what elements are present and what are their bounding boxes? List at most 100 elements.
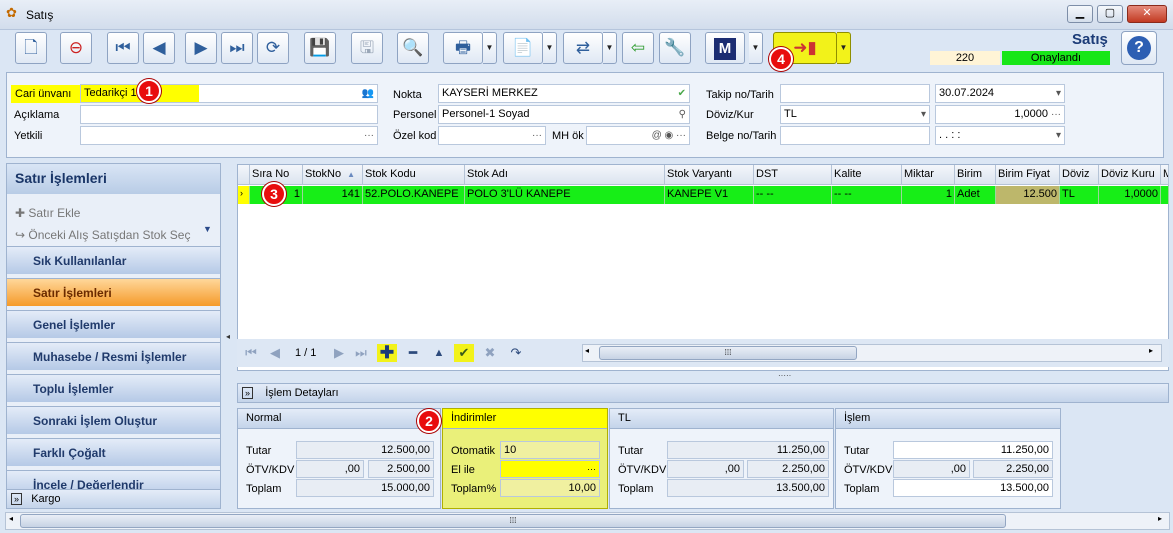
save-close-button[interactable]: 🖫 [351,32,383,64]
splitter-grip-icon[interactable]: ····· [778,371,791,380]
nav-muhasebe[interactable]: Muhasebe / Resmi İşlemler [7,342,220,370]
scroll-right-icon[interactable]: ▸ [1149,346,1153,355]
table-cell[interactable]: 12.500 [996,186,1060,204]
nav-satir-islemleri[interactable]: Satır İşlemleri [7,278,220,306]
last-record-button[interactable]: ⏭ [221,32,253,64]
nav-sonraki-islem[interactable]: Sonraki İşlem Oluştur [7,406,220,434]
col-header[interactable]: Birim [955,165,996,185]
ellipsis-icon[interactable]: ··· [364,127,374,144]
check-icon[interactable]: ✔ [678,85,686,102]
save-button[interactable]: 💾 [304,32,336,64]
col-header[interactable]: Döviz Kuru [1099,165,1161,185]
col-header[interactable]: Stok Kodu [363,165,465,185]
scroll-left-icon[interactable]: ◂ [9,514,13,523]
col-header[interactable]: Stok Adı [465,165,665,185]
scroll-thumb[interactable]: ⁞⁞⁞ [599,346,857,360]
previous-stock-action[interactable]: ↪ Önceki Alış Satışdan Stok Seç [15,228,190,242]
nav-farkli-cogalt[interactable]: Farklı Çoğalt [7,438,220,466]
print-dropdown[interactable]: ▼ [483,32,497,64]
export-dropdown[interactable]: ▼ [603,32,617,64]
remove-row-icon[interactable]: ━ [403,344,423,362]
details-bar[interactable]: » İşlem Detayları [237,383,1169,403]
people-icon[interactable]: 👥 [362,85,374,102]
nav-genel-islemler[interactable]: Genel İşlemler [7,310,220,338]
last-page-icon[interactable]: ⏭ [351,344,371,362]
kur-field[interactable]: 1,0000 ··· [935,105,1065,124]
chevron-down-icon[interactable]: ▾ [1056,127,1061,144]
redo-icon[interactable]: ↷ [506,344,526,362]
col-header[interactable]: Birim Fiyat [996,165,1060,185]
scroll-thumb[interactable]: ⁞⁞⁞ [20,514,1006,528]
refresh-button[interactable]: ⟳ [257,32,289,64]
table-cell[interactable]: -- -- [832,186,902,204]
mhok-field[interactable]: @ ◉ ··· [586,126,690,145]
nav-sik-kullanilanlar[interactable]: Sık Kullanılanlar [7,246,220,274]
table-cell[interactable]: POLO 3'LÜ KANEPE [465,186,665,204]
at-eye-icon[interactable]: @ ◉ ··· [652,127,686,144]
yetkili-field[interactable]: ··· [80,126,378,145]
m-dropdown[interactable]: ▼ [749,32,763,64]
col-header[interactable]: Kalite [832,165,902,185]
splitter-arrow-icon[interactable]: ◂ [226,332,230,341]
cancel-icon[interactable]: ✖ [480,344,500,362]
personel-field[interactable]: Personel-1 Soyad ⚲ [438,105,690,124]
table-cell[interactable]: TL [1060,186,1099,204]
table-cell[interactable]: KANEPE V1 [665,186,754,204]
table-cell[interactable]: Adet [955,186,996,204]
col-header[interactable]: Döviz [1060,165,1099,185]
pdf-dropdown[interactable]: ▼ [543,32,557,64]
export-button[interactable]: ⇄ [563,32,603,64]
ellipsis-icon[interactable]: ··· [587,464,596,474]
first-page-icon[interactable]: ⏮ [241,344,261,362]
minimize-button[interactable]: ▁ [1067,5,1093,23]
tools-wrench-button[interactable]: 🔧 [659,32,691,64]
pdf-button[interactable]: 📄 [503,32,543,64]
table-cell[interactable] [1161,186,1169,204]
ozelkod-field[interactable]: ··· [438,126,546,145]
cari-field[interactable]: Tedarikçi 1 👥 [80,84,378,103]
elile-field[interactable]: ··· [500,460,600,478]
help-button[interactable]: ? [1121,31,1157,65]
next-record-button[interactable]: ▶ [185,32,217,64]
nokta-field[interactable]: KAYSERİ MERKEZ ✔ [438,84,690,103]
col-header[interactable]: DST [754,165,832,185]
col-header[interactable]: StokNo ▲ [303,165,363,185]
ellipsis-icon[interactable]: ··· [1051,106,1061,123]
table-cell[interactable]: 52.POLO.KANEPE [363,186,465,204]
table-cell[interactable]: 1 [902,186,955,204]
belge-field[interactable] [780,126,930,145]
takip-date-field[interactable]: 30.07.2024 ▾ [935,84,1065,103]
aciklama-field[interactable] [80,105,378,124]
convert-dropdown[interactable]: ▼ [837,32,851,64]
previous-record-button[interactable]: ◀ [143,32,175,64]
maximize-button[interactable]: ▢ [1097,5,1123,23]
table-cell[interactable]: 1,0000 [1099,186,1161,204]
scroll-right-icon[interactable]: ▸ [1158,514,1162,523]
first-record-button[interactable]: ⏮ [107,32,139,64]
preview-button[interactable]: 🔍 [397,32,429,64]
col-header[interactable]: M [1161,165,1169,185]
takip-field[interactable] [780,84,930,103]
confirm-icon[interactable]: ✔ [454,344,474,362]
person-search-icon[interactable]: ⚲ [679,106,686,123]
table-cell[interactable]: -- -- [754,186,832,204]
delete-document-button[interactable]: ⊖ [60,32,92,64]
close-button[interactable]: ✕ [1127,5,1167,23]
belge-date-field[interactable]: . . : : ▾ [935,126,1065,145]
chevron-down-icon[interactable]: ▾ [921,106,926,123]
back-arrow-button[interactable]: ⇦ [622,32,654,64]
expand-icon[interactable]: » [11,493,23,505]
doviz-select[interactable]: TL ▾ [780,105,930,124]
add-row-icon[interactable]: ✚ [377,344,397,362]
scroll-left-icon[interactable]: ◂ [585,346,589,355]
window-horizontal-scrollbar[interactable]: ◂ ⁞⁞⁞ ▸ [5,512,1170,530]
row-indicator-icon[interactable]: › [238,186,250,204]
ellipsis-icon[interactable]: ··· [532,127,542,144]
prev-page-icon[interactable]: ◀ [265,344,285,362]
add-row-action[interactable]: ✚ Satır Ekle [15,206,80,220]
collapse-chevron-icon[interactable]: ▼ [203,224,212,234]
nav-toplu-islemler[interactable]: Toplu İşlemler [7,374,220,402]
grid-horizontal-scrollbar[interactable]: ◂ ⁞⁞⁞ ▸ [582,344,1162,362]
collapse-icon[interactable]: » [242,387,254,399]
next-page-icon[interactable]: ▶ [329,344,349,362]
